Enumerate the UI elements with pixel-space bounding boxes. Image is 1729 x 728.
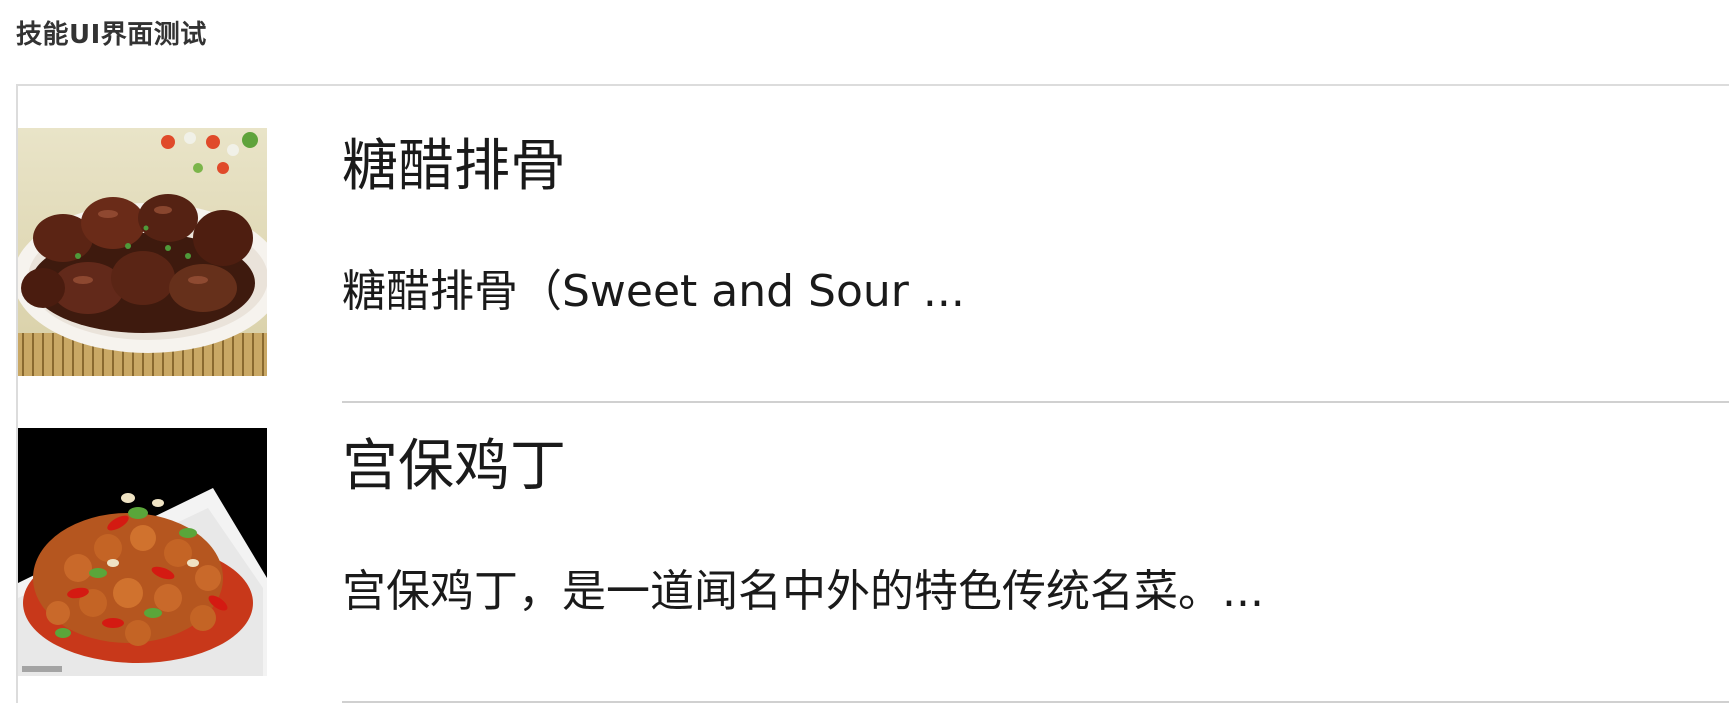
kung-pao-chicken-image: [18, 428, 267, 676]
recipe-text: 宫保鸡丁 宫保鸡丁，是一道闻名中外的特色传统名菜。...: [342, 428, 1729, 718]
list-item-sweet-sour-ribs[interactable]: 糖醋排骨 糖醋排骨（Sweet and Sour ...: [18, 128, 1729, 428]
recipe-title: 糖醋排骨: [342, 134, 566, 199]
recipe-thumbnail[interactable]: [18, 128, 267, 376]
recipe-list-panel: 糖醋排骨 糖醋排骨（Sweet and Sour ... 宫保鸡丁 宫保鸡丁，是…: [16, 84, 1729, 703]
recipe-description: 糖醋排骨（Sweet and Sour ...: [342, 266, 965, 317]
page-title: 技能UI界面测试: [16, 20, 207, 50]
list-item-kung-pao-chicken[interactable]: 宫保鸡丁 宫保鸡丁，是一道闻名中外的特色传统名菜。...: [18, 428, 1729, 728]
recipe-title: 宫保鸡丁: [342, 434, 566, 499]
recipe-thumbnail[interactable]: [18, 428, 267, 676]
sweet-sour-ribs-image: [18, 128, 267, 376]
recipe-description: 宫保鸡丁，是一道闻名中外的特色传统名菜。...: [342, 566, 1264, 617]
list-divider: [342, 401, 1729, 403]
recipe-text: 糖醋排骨 糖醋排骨（Sweet and Sour ...: [342, 128, 1729, 418]
